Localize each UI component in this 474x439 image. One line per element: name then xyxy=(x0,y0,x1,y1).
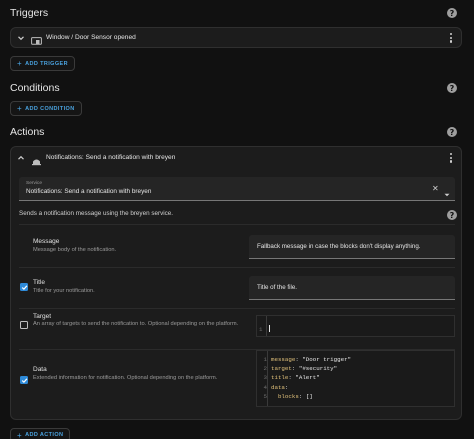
add-trigger-label: ADD TRIGGER xyxy=(25,60,68,67)
plus-icon: + xyxy=(17,59,23,68)
chevron-down-icon[interactable] xyxy=(17,34,25,42)
gutter-line xyxy=(266,316,267,336)
title-input[interactable]: Title of the file. xyxy=(249,276,455,300)
field-desc-data: Extended information for notification. O… xyxy=(33,375,218,381)
action-card: Notifications: Send a notification with … xyxy=(10,146,462,420)
action-label: Notifications: Send a notification with … xyxy=(46,154,176,161)
add-condition-label: ADD CONDITION xyxy=(25,105,75,112)
code-lines: 1 message: "Door trigger" 2 target: "#secu… xyxy=(259,355,352,401)
plus-icon: + xyxy=(17,104,23,113)
field-desc-target: An array of targets to send the notifica… xyxy=(33,321,239,327)
field-label-target: Target xyxy=(33,313,52,320)
code-line: 3 title: "Alert" xyxy=(263,374,320,382)
field-label-data: Data xyxy=(33,366,47,373)
field-row-target: Target An array of targets to send the n… xyxy=(19,309,455,349)
triggers-title: Triggers xyxy=(10,7,49,19)
target-checkbox[interactable] xyxy=(20,321,28,329)
service-help-icon[interactable]: ? xyxy=(447,210,457,220)
data-code-editor[interactable]: 1 message: "Door trigger" 2 target: "#secu… xyxy=(256,350,455,407)
field-row-title: Title Title for your notification. Title… xyxy=(19,268,455,308)
actions-help-icon[interactable]: ? xyxy=(447,127,457,137)
message-input[interactable]: Fallback message in case the blocks don'… xyxy=(249,235,455,259)
field-desc-title: Title for your notification. xyxy=(33,288,95,294)
trigger-card[interactable]: Window / Door Sensor opened xyxy=(10,27,462,48)
conditions-title: Conditions xyxy=(10,82,60,94)
message-value: Fallback message in case the blocks don'… xyxy=(257,243,421,250)
trigger-menu-icon[interactable] xyxy=(450,33,453,43)
trigger-label: Window / Door Sensor opened xyxy=(46,33,136,41)
field-row-data: Data Extended information for notificati… xyxy=(19,350,455,412)
triggers-help-icon[interactable]: ? xyxy=(447,8,457,18)
target-code-editor[interactable]: 1 xyxy=(256,315,455,337)
add-condition-button[interactable]: + ADD CONDITION xyxy=(10,101,82,116)
door-sensor-icon xyxy=(31,33,42,51)
clear-icon[interactable]: ✕ xyxy=(432,184,439,193)
line-number: 1 xyxy=(259,326,263,333)
code-line: 1 message: "Door trigger" xyxy=(263,356,352,363)
field-label-title: Title xyxy=(33,279,46,286)
add-action-button[interactable]: + ADD ACTION xyxy=(10,428,71,439)
title-checkbox[interactable] xyxy=(20,283,28,291)
service-select[interactable]: Service Notifications: Send a notificati… xyxy=(19,177,455,201)
data-checkbox[interactable] xyxy=(20,376,28,384)
chevron-up-icon[interactable] xyxy=(17,154,25,162)
field-label-message: Message xyxy=(33,238,60,245)
service-value: Notifications: Send a notification with … xyxy=(26,188,152,195)
plus-icon: + xyxy=(17,430,23,439)
add-trigger-button[interactable]: + ADD TRIGGER xyxy=(10,56,75,71)
notification-icon xyxy=(31,153,42,171)
action-menu-icon[interactable] xyxy=(450,153,453,163)
text-cursor xyxy=(269,325,270,332)
conditions-help-icon[interactable]: ? xyxy=(447,83,457,93)
service-description: Sends a notification message using the b… xyxy=(19,210,174,217)
service-field-label: Service xyxy=(26,181,42,186)
add-action-label: ADD ACTION xyxy=(25,432,64,438)
title-value: Title of the file. xyxy=(257,284,298,291)
code-line: 5 blocks: [] xyxy=(263,392,313,400)
field-row-message: Message Message body of the notification… xyxy=(19,225,455,267)
code-line: 2 target: "#security" xyxy=(263,365,338,373)
actions-title: Actions xyxy=(10,126,45,138)
field-desc-message: Message body of the notification. xyxy=(33,247,117,253)
code-line: 4 data: xyxy=(263,383,289,391)
dropdown-arrow-icon[interactable] xyxy=(444,185,450,203)
